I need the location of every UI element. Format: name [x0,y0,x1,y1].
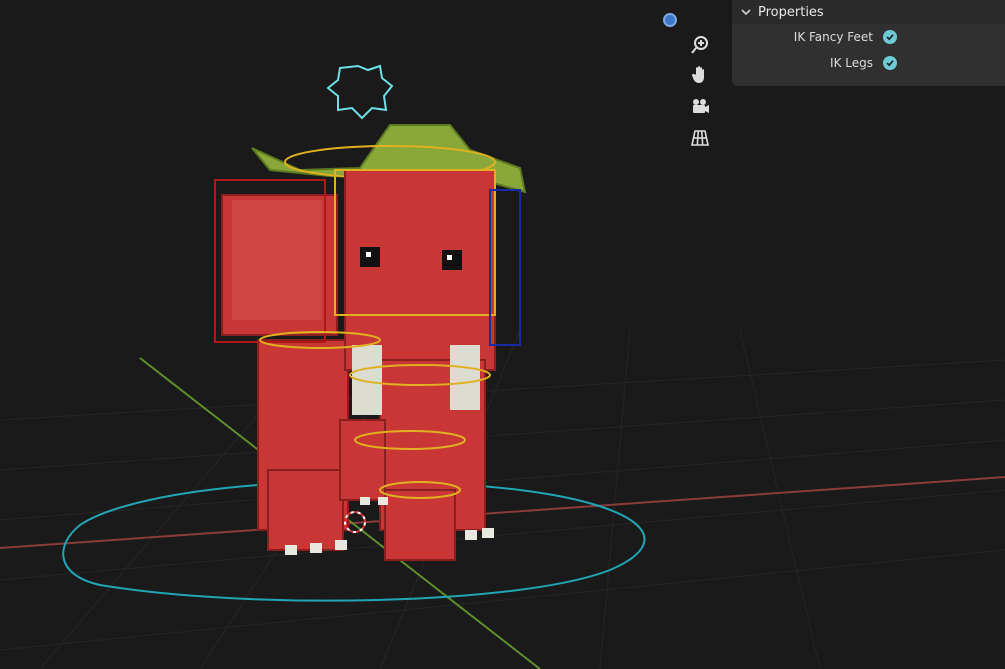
properties-title: Properties [758,4,824,20]
property-label: IK Legs [830,56,873,70]
right-tusk [450,345,480,410]
head-gear-control [326,64,394,120]
left-ear [232,200,322,320]
property-row-ik-legs: IK Legs [732,50,1005,76]
3d-viewport[interactable]: Properties IK Fancy Feet IK Legs [0,0,1005,669]
ik-fancy-feet-checkbox[interactable] [883,30,897,44]
view-gizmo-dot[interactable] [663,13,677,27]
pan-hand-icon[interactable] [688,63,712,87]
camera-icon[interactable] [688,95,712,119]
property-label: IK Fancy Feet [793,30,873,44]
grid-view-icon[interactable] [688,126,712,150]
property-row-ik-fancy-feet: IK Fancy Feet [732,24,1005,50]
checkmark-icon [886,60,894,67]
ik-legs-checkbox[interactable] [883,56,897,70]
scene-canvas[interactable] [0,0,1005,669]
chevron-down-icon [741,9,751,16]
checkmark-icon [886,34,894,41]
zoom-icon[interactable] [688,33,712,57]
properties-panel: Properties IK Fancy Feet IK Legs [732,0,1005,86]
properties-header[interactable]: Properties [732,0,1005,24]
